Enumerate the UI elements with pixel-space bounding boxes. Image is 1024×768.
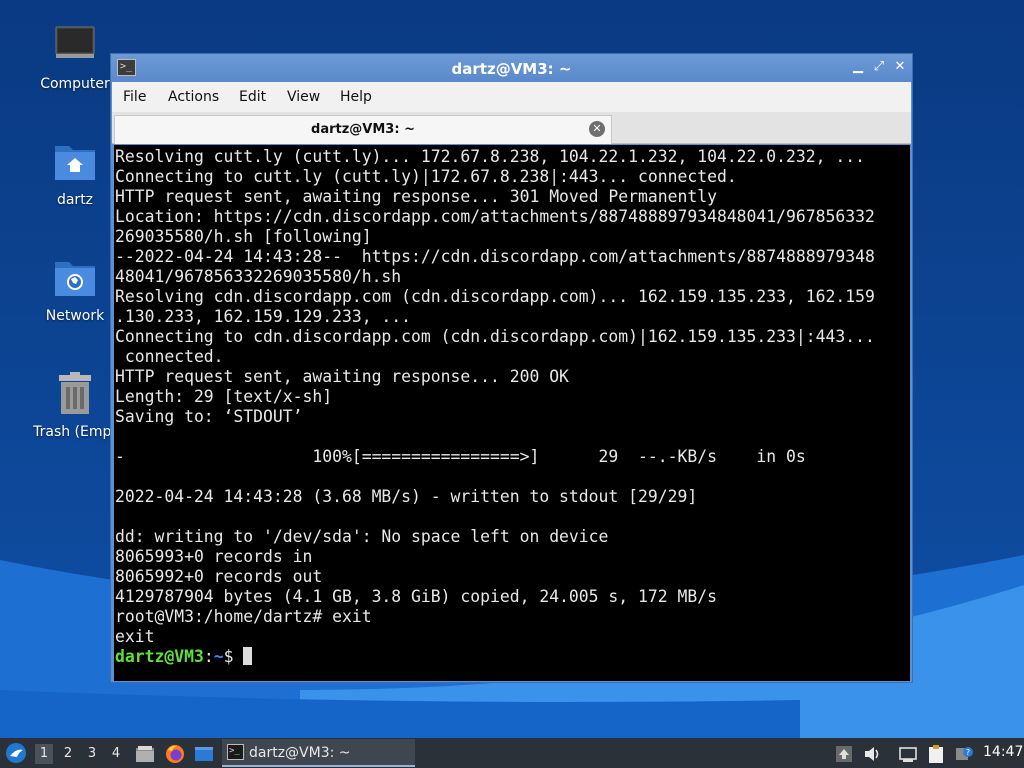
terminal-line: Resolving cdn.discordapp.com (cdn.discor… [115,287,875,306]
desktop-icon-trash[interactable]: Trash (Empt [27,370,123,440]
terminal-line: 269035580/h.sh [following] [115,227,372,246]
terminal-window[interactable]: >_ dartz@VM3: ~ ▁ ⤢ ✕ File Actions Edit … [110,53,913,683]
window-title: dartz@VM3: ~ [451,60,572,78]
terminal-line: Connecting to cutt.ly (cutt.ly)|172.67.8… [115,167,737,186]
close-icon[interactable]: ✕ [892,59,908,75]
menu-help[interactable]: Help [340,89,372,105]
workspace-1[interactable]: 1 [35,744,53,764]
tab-strip: dartz@VM3: ~ ✕ [112,112,911,144]
trash-icon [59,372,91,414]
tab-label: dartz@VM3: ~ [311,122,415,137]
user-status-icon: ? [956,747,973,760]
menu-actions[interactable]: Actions [168,89,219,105]
desktop-icon-label: Trash (Empt [33,424,117,440]
tray-clipboard[interactable] [926,744,946,764]
desktop-icon-label: dartz [56,192,94,208]
maximize-icon[interactable]: ⤢ [871,59,887,75]
terminal-tab[interactable]: dartz@VM3: ~ ✕ [114,115,612,144]
menu-bar: File Actions Edit View Help [112,82,911,112]
desktop-icon-computer[interactable]: Computer [27,22,123,92]
file-manager-icon [136,746,154,762]
desktop-icon-network[interactable]: Network [27,254,123,324]
desktop-icon-home-folder[interactable]: dartz [27,138,123,208]
window-titlebar[interactable]: >_ dartz@VM3: ~ ▁ ⤢ ✕ [111,54,912,82]
workspace-2[interactable]: 2 [59,744,77,764]
home-folder-icon [55,146,95,180]
terminal-prompt-line[interactable]: dartz@VM3:~$ [115,647,910,667]
prompt-path: ~ [213,647,224,666]
clipboard-icon [929,745,943,763]
show-desktop-button[interactable] [194,744,214,764]
terminal-line: --2022-04-24 14:43:28-- https://cdn.disc… [115,247,875,266]
tray-volume[interactable] [862,744,882,764]
network-folder-icon [55,262,95,296]
workspace-3[interactable]: 3 [83,744,101,764]
terminal-line: root@VM3:/home/dartz# exit [115,607,372,626]
terminal-line: connected. [115,347,224,366]
menu-view[interactable]: View [287,89,320,105]
terminal-line: - 100%[================>] 29 --.-KB/s in… [115,447,806,466]
terminal-line: Length: 29 [text/x-sh] [115,387,333,406]
tab-close-icon[interactable]: ✕ [589,121,605,137]
terminal-line: exit [115,627,155,646]
terminal-icon: >_ [227,744,244,760]
taskbar-task-terminal[interactable]: >_ dartz@VM3: ~ [222,739,415,767]
terminal-line: 8065992+0 records out [115,567,323,586]
prompt-user-host: dartz@VM3 [115,647,204,666]
tray-user[interactable]: ? [954,744,974,764]
menu-edit[interactable]: Edit [239,89,266,105]
update-notifier-icon [836,746,852,762]
terminal-line: Location: https://cdn.discordapp.com/att… [115,207,875,226]
terminal-line: HTTP request sent, awaiting response... … [115,187,717,206]
file-manager-launcher[interactable] [135,744,155,764]
terminal-line: 8065993+0 records in [115,547,313,566]
desktop-icon [195,747,213,761]
task-label: dartz@VM3: ~ [249,745,351,761]
network-icon [899,747,917,762]
terminal-line: HTTP request sent, awaiting response... … [115,367,569,386]
menu-file[interactable]: File [123,89,146,105]
terminal-line: 48041/967856332269035580/h.sh [115,267,402,286]
text-cursor [243,647,253,665]
terminal-line: .130.233, 162.159.129.233, ... [115,307,412,326]
terminal-line: Resolving cutt.ly (cutt.ly)... 172.67.8.… [115,147,865,166]
terminal-line: Connecting to cdn.discordapp.com (cdn.di… [115,327,875,346]
firefox-launcher[interactable] [165,744,185,764]
volume-icon [865,747,879,761]
firefox-icon [166,745,184,763]
prompt-separator: : [203,647,214,666]
terminal-line: 4129787904 bytes (4.1 GB, 3.8 GiB) copie… [115,587,717,606]
terminal-output[interactable]: Resolving cutt.ly (cutt.ly)... 172.67.8.… [114,145,910,681]
taskbar-clock[interactable]: 14:47 [983,744,1023,760]
lubuntu-logo-icon [6,743,26,763]
terminal-line: Saving to: ‘STDOUT’ [115,407,303,426]
desktop-icon-label: Network [45,308,105,324]
workspace-4[interactable]: 4 [107,744,125,764]
terminal-line: dd: writing to '/dev/sda': No space left… [115,527,609,546]
desktop-icon-label: Computer [40,76,110,92]
computer-icon [55,26,95,58]
tray-network[interactable] [898,744,918,764]
minimize-icon[interactable]: ▁ [850,59,866,75]
start-menu-button[interactable] [3,738,29,768]
prompt-symbol: $ [223,647,244,666]
tray-updates[interactable] [834,744,854,764]
terminal-line: 2022-04-24 14:43:28 (3.68 MB/s) - writte… [115,487,698,506]
taskbar: 1 2 3 4 >_ dartz@VM3: ~ ? 14:47 [0,738,1024,768]
svg-text:?: ? [966,748,970,757]
